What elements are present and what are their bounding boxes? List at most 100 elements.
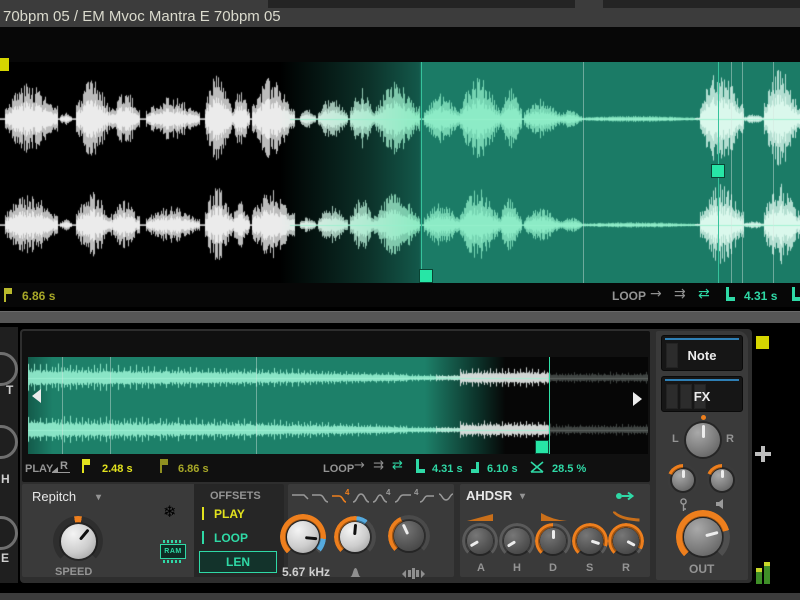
title-bar: 70bpm 05 / EM Mvoc Mantra E 70bpm 05	[0, 0, 800, 27]
knob-edge-icon	[0, 425, 18, 459]
loop-mode-forward-icon[interactable]: ⇉	[373, 458, 384, 474]
expanded-footer: 6.86 s LOOP → ⇉ ⇄ 4.31 s	[0, 283, 800, 307]
filter-type-bandpass12-icon[interactable]	[352, 491, 370, 504]
play-end-flag-icon[interactable]	[160, 459, 170, 473]
grid-line	[773, 62, 774, 283]
marker-handle[interactable]	[711, 164, 725, 178]
filter-freq-knob[interactable]	[280, 514, 326, 560]
loop-start-icon[interactable]	[726, 287, 736, 301]
ram-icon[interactable]: RAM	[160, 544, 186, 559]
grid-line	[583, 62, 584, 283]
sustain-label: S	[586, 561, 593, 575]
loop-start-icon[interactable]	[416, 459, 426, 473]
adjacent-device-edge: T H E	[0, 327, 18, 583]
release-label: R	[622, 561, 630, 575]
loop-mode-off-icon[interactable]: →	[650, 286, 662, 302]
freeze-icon[interactable]: ❄	[163, 502, 176, 522]
add-device-icon[interactable]	[755, 446, 771, 462]
play-end-time[interactable]: 6.86 s	[178, 462, 209, 476]
offset-play-button[interactable]: PLAY	[214, 507, 245, 521]
loop-mode-pingpong-icon[interactable]: ⇄	[392, 458, 403, 474]
filter-type-notch-icon[interactable]	[438, 491, 454, 504]
filter-res-knob[interactable]	[334, 516, 376, 558]
filter-freq-value[interactable]: 5.67 kHz	[282, 565, 330, 579]
top-tab-segment	[575, 0, 603, 8]
dropdown-caret-icon[interactable]: ▾	[520, 490, 525, 504]
expanded-toolbar: m 05.wav 58 % ROOT C3 0 cents GAIN +0.0 …	[0, 27, 800, 62]
decay-shape-icon	[541, 511, 568, 522]
top-tab-segment	[0, 0, 268, 8]
ableton-simpler-window: 70bpm 05 / EM Mvoc Mantra E 70bpm 05 m 0…	[0, 0, 800, 600]
resonance-icon	[349, 566, 362, 578]
loop-start-time[interactable]: 4.31 s	[432, 462, 463, 476]
device-waveform-canvas[interactable]	[28, 357, 648, 454]
loop-end-icon[interactable]	[470, 462, 479, 473]
play-label: PLAY	[25, 462, 53, 476]
envelope-out-icon[interactable]	[615, 491, 637, 501]
filter-env-knob[interactable]	[388, 515, 430, 557]
chain-accent	[665, 338, 739, 340]
env-hold-knob[interactable]	[499, 523, 535, 559]
sample-end-time[interactable]: 6.86 s	[22, 289, 55, 303]
expanded-waveform-canvas[interactable]	[0, 62, 800, 283]
key-amount-knob[interactable]	[667, 464, 699, 496]
section-divider[interactable]	[0, 307, 800, 327]
loop-mode-off-icon[interactable]: →	[354, 458, 365, 474]
out-label: OUT	[689, 562, 714, 576]
crossfade-icon[interactable]	[530, 460, 545, 473]
playback-mode-dropdown[interactable]: Repitch	[32, 490, 76, 504]
knob-edge-icon	[0, 352, 18, 386]
env-decay-knob[interactable]	[535, 523, 571, 559]
scroll-left-icon[interactable]	[32, 389, 41, 403]
sample-breadcrumb: 70bpm 05 / EM Mvoc Mantra E 70bpm 05	[3, 8, 281, 25]
loop-mode-forward-icon[interactable]: ⇉	[674, 286, 686, 302]
offset-len-button[interactable]: LEN	[199, 551, 277, 573]
dropdown-caret-icon[interactable]: ▾	[96, 491, 101, 505]
speed-knob[interactable]	[53, 516, 103, 566]
out-volume-knob[interactable]	[676, 510, 730, 564]
loop-mode-pingpong-icon[interactable]: ⇄	[698, 286, 710, 302]
filter-type-lowpass12-icon[interactable]	[311, 491, 329, 504]
clipped-label: T	[6, 383, 13, 397]
scroll-right-icon[interactable]	[633, 392, 642, 406]
start-flag-icon[interactable]	[4, 288, 14, 302]
grid-line	[110, 357, 111, 454]
loop-end-partial-icon[interactable]	[792, 287, 800, 301]
expanded-waveform[interactable]	[0, 62, 800, 283]
loop-start-handle[interactable]	[419, 269, 433, 283]
pan-knob[interactable]	[682, 419, 724, 461]
device-waveform[interactable]	[28, 357, 648, 454]
play-start-flag-icon[interactable]	[82, 459, 92, 473]
loop-end-time[interactable]: 6.10 s	[487, 462, 518, 476]
loop-start-line	[421, 62, 422, 283]
grid-line	[742, 62, 743, 283]
grid-line	[731, 62, 732, 283]
filter-type-highpass12-icon[interactable]	[394, 491, 412, 504]
loop-end-handle[interactable]	[535, 440, 549, 454]
crossfade-value[interactable]: 28.5 %	[552, 462, 586, 476]
env-sustain-knob[interactable]	[572, 523, 608, 559]
bottom-status-strip	[0, 592, 800, 600]
loop-start-time[interactable]: 4.31 s	[744, 289, 777, 303]
attack-label: A	[477, 561, 485, 575]
env-release-knob[interactable]	[608, 523, 644, 559]
speaker-icon	[716, 499, 727, 509]
release-shape-icon	[613, 510, 640, 522]
filter-type-flat-icon[interactable]	[291, 491, 309, 504]
env-attack-knob[interactable]	[462, 523, 498, 559]
play-start-time[interactable]: 2.48 s	[102, 462, 133, 476]
filter-type-highpass24-icon[interactable]	[418, 491, 436, 504]
knob-edge-icon	[0, 516, 18, 550]
clip-color-swatch[interactable]	[756, 336, 769, 349]
fx-tab-button[interactable]: FX	[661, 376, 743, 412]
envelope-type-dropdown[interactable]: AHDSR	[466, 489, 512, 503]
start-marker-flag[interactable]	[0, 58, 9, 71]
note-tab-button[interactable]: Note	[661, 335, 743, 371]
offsets-title: OFFSETS	[210, 489, 261, 503]
velocity-amount-knob[interactable]	[706, 464, 738, 496]
retrigger-icon[interactable]: R	[52, 460, 70, 473]
clipped-label: H	[1, 472, 10, 486]
chain-accent	[665, 379, 739, 381]
speed-label: SPEED	[55, 565, 92, 579]
offset-loop-button[interactable]: LOOP	[214, 531, 248, 545]
